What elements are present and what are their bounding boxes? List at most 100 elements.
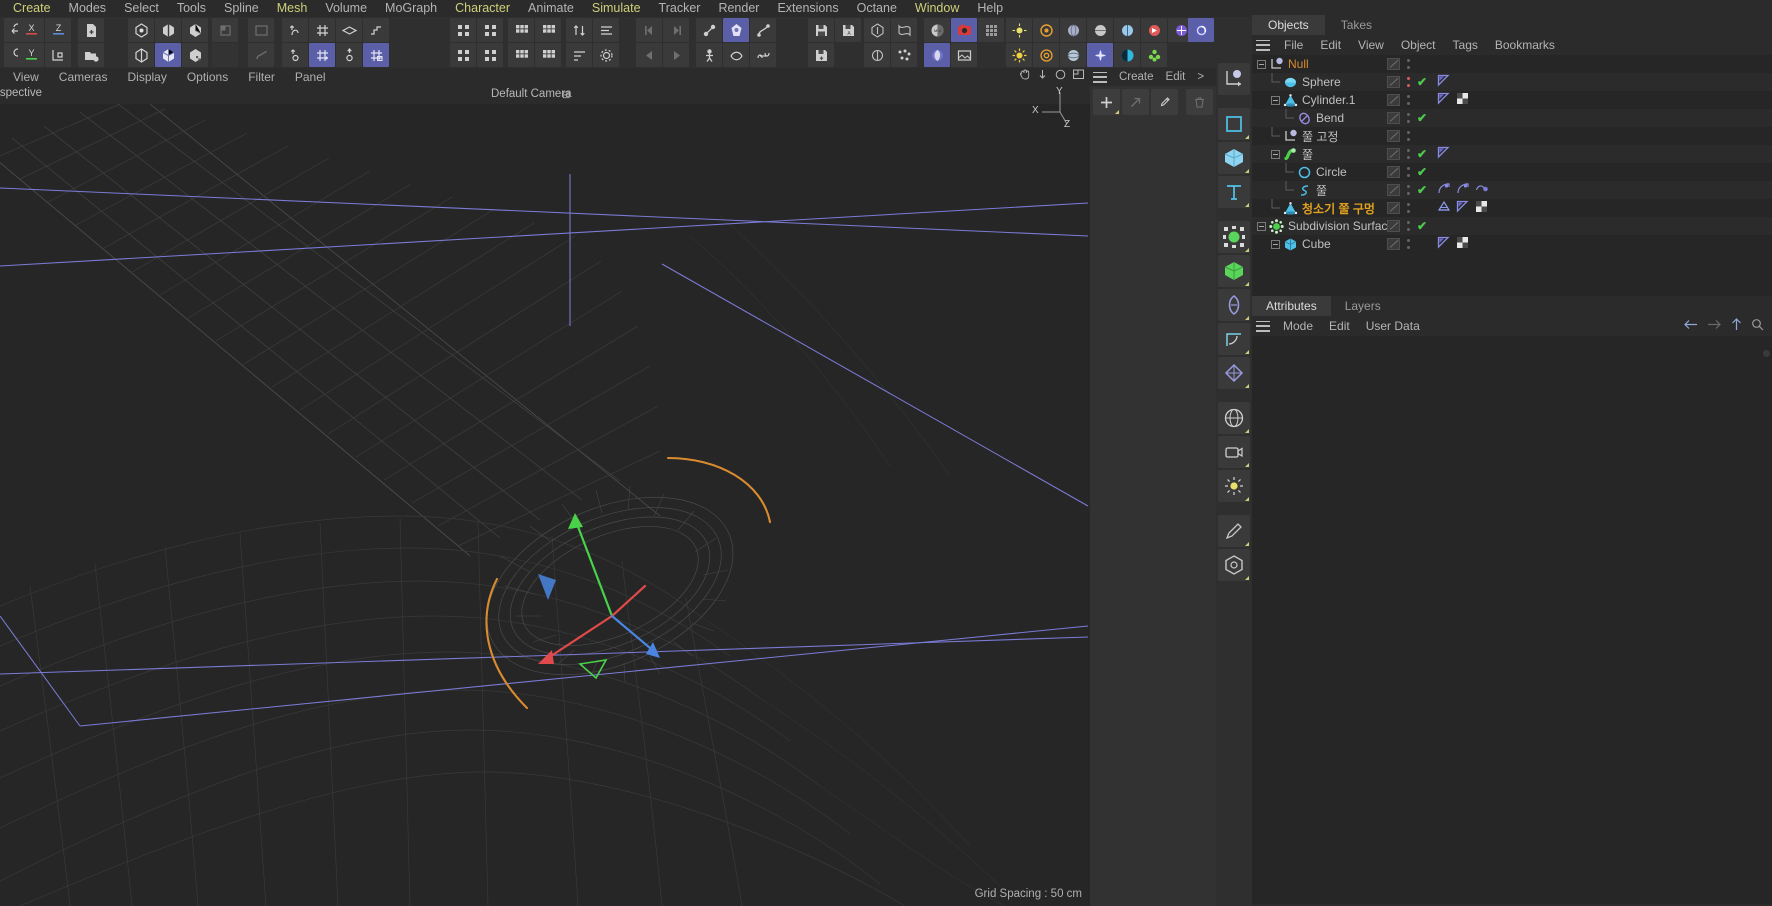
object-row[interactable]: 쭐 ✔ [1252, 181, 1772, 199]
om-menu-tags[interactable]: Tags [1445, 35, 1486, 55]
object-row[interactable]: Cylinder.1 [1252, 91, 1772, 109]
weight-icon[interactable] [723, 18, 749, 42]
point-mode-icon[interactable] [128, 18, 154, 42]
texture-tag[interactable] [1456, 236, 1470, 252]
text-tool-icon[interactable] [1218, 176, 1250, 208]
sun-icon[interactable] [1006, 43, 1032, 67]
octane-node-icon[interactable] [1114, 18, 1140, 42]
texture-mode-icon[interactable] [182, 43, 208, 67]
menu-item-simulate[interactable]: Simulate [583, 0, 650, 17]
menu-item-render[interactable]: Render [709, 0, 768, 17]
tab-layers[interactable]: Layers [1331, 296, 1395, 316]
collider-icon[interactable] [864, 43, 890, 67]
sky-icon[interactable] [1087, 18, 1113, 42]
menu-item-extensions[interactable]: Extensions [768, 0, 847, 17]
object-row[interactable]: Cube [1252, 235, 1772, 253]
object-row-name-cell[interactable]: 청소기 쭐 구멍 [1270, 199, 1375, 217]
enable-checkmark[interactable]: ✔ [1417, 111, 1431, 125]
joint-icon[interactable] [696, 18, 722, 42]
menu-item-tracker[interactable]: Tracker [650, 0, 710, 17]
pan-icon[interactable] [1018, 68, 1031, 86]
attributes-hamburger-icon[interactable] [1256, 320, 1270, 332]
enable-checkmark[interactable]: ✔ [1417, 75, 1431, 89]
save-icon[interactable] [808, 18, 834, 42]
object-row-name-cell[interactable]: 쭐 고정 [1270, 127, 1338, 145]
render-tool-icon[interactable] [1218, 436, 1250, 468]
object-manager-hamburger-icon[interactable] [1256, 39, 1270, 51]
enable-checkmark[interactable]: ✔ [1417, 147, 1431, 161]
object-row-name-cell[interactable]: 쭐 [1284, 181, 1327, 199]
visibility-dots[interactable] [1405, 165, 1411, 179]
object-row-name-cell[interactable]: Subdivision Surface [1256, 217, 1394, 235]
particle-icon[interactable] [891, 43, 917, 67]
object-row[interactable]: 쭐 고정 [1252, 127, 1772, 145]
save-all-icon[interactable]: A [835, 18, 861, 42]
menu-item-character[interactable]: Character [446, 0, 519, 17]
object-row-name-cell[interactable]: 쭐 [1270, 145, 1313, 163]
viewport-menu-display[interactable]: Display [117, 68, 176, 86]
menu-item-octane[interactable]: Octane [848, 0, 906, 17]
field-tool-icon[interactable] [1218, 357, 1250, 389]
attr-menu-edit[interactable]: Edit [1321, 316, 1358, 336]
texture-tag[interactable] [1475, 200, 1489, 216]
snap-settings-icon[interactable] [282, 43, 308, 67]
enable-checkmark[interactable]: ✔ [1417, 219, 1431, 233]
om-menu-edit[interactable]: Edit [1312, 35, 1349, 55]
editor-visibility-toggle[interactable] [1387, 148, 1400, 160]
editor-visibility-toggle[interactable] [1387, 166, 1400, 178]
object-row-name-cell[interactable]: Cube [1270, 235, 1331, 253]
menu-item-help[interactable]: Help [968, 0, 1012, 17]
zoom-icon[interactable] [1036, 68, 1049, 86]
new-object-icon[interactable] [78, 18, 104, 42]
camera-lock-icon[interactable]: ⊟ [562, 90, 570, 101]
editor-visibility-toggle[interactable] [1387, 238, 1400, 250]
deformer-icon[interactable] [508, 18, 534, 42]
phong-tag[interactable] [1437, 74, 1451, 90]
menu-item-window[interactable]: Window [906, 0, 968, 17]
object-row-name-cell[interactable]: Circle [1284, 163, 1347, 181]
green-cube-icon[interactable] [1218, 255, 1250, 287]
visibility-dots[interactable] [1405, 201, 1411, 215]
editor-visibility-toggle[interactable] [1387, 112, 1400, 124]
phong-tag[interactable] [1437, 236, 1451, 252]
sort-icon[interactable] [566, 18, 592, 42]
create-menu[interactable]: Create [1114, 71, 1159, 83]
octane-scatter-icon[interactable] [1087, 43, 1113, 67]
viewport-menu-view[interactable]: View [3, 68, 49, 86]
light-tool-icon[interactable] [1218, 470, 1250, 502]
visibility-dots[interactable] [1405, 111, 1411, 125]
object-row[interactable]: Null [1252, 55, 1772, 73]
object-row[interactable]: 쭐 ✔ [1252, 145, 1772, 163]
expander-icon[interactable] [1270, 91, 1282, 109]
render-view-icon[interactable]: MIX [924, 18, 950, 42]
save-inc-icon[interactable] [808, 43, 834, 67]
bind-icon[interactable] [750, 43, 776, 67]
next-frame-icon[interactable] [663, 18, 689, 42]
target-icon[interactable] [1033, 43, 1059, 67]
menu-item-spline[interactable]: Spline [215, 0, 268, 17]
menu-item-modes[interactable]: Modes [60, 0, 116, 17]
bend-tool-icon[interactable] [1218, 323, 1250, 355]
editor-visibility-toggle[interactable] [1387, 202, 1400, 214]
effector-icon[interactable] [535, 18, 561, 42]
more-menu[interactable]: > [1192, 71, 1209, 83]
axis-z-icon[interactable]: Z [45, 18, 71, 42]
world-axis-icon[interactable] [45, 43, 71, 67]
quantize-icon[interactable] [363, 18, 389, 42]
menu-item-volume[interactable]: Volume [316, 0, 376, 17]
spline-snap-icon[interactable] [248, 43, 274, 67]
viewport-menu-cameras[interactable]: Cameras [49, 68, 118, 86]
visibility-dots[interactable] [1405, 93, 1411, 107]
prev-frame-icon[interactable] [636, 18, 662, 42]
octane-live-icon[interactable] [1188, 18, 1214, 42]
panel-menu-icon[interactable] [1093, 71, 1107, 83]
viewport-menu-filter[interactable]: Filter [238, 68, 285, 86]
object-row-name-cell[interactable]: Cylinder.1 [1270, 91, 1355, 109]
align-tag[interactable] [1456, 182, 1470, 198]
expander-icon[interactable] [1270, 235, 1282, 253]
visibility-dots[interactable] [1405, 183, 1411, 197]
world-coord-icon[interactable] [212, 18, 238, 42]
menu-item-mesh[interactable]: Mesh [268, 0, 317, 17]
object-row[interactable]: Circle ✔ [1252, 163, 1772, 181]
tab-objects[interactable]: Objects [1252, 15, 1325, 35]
